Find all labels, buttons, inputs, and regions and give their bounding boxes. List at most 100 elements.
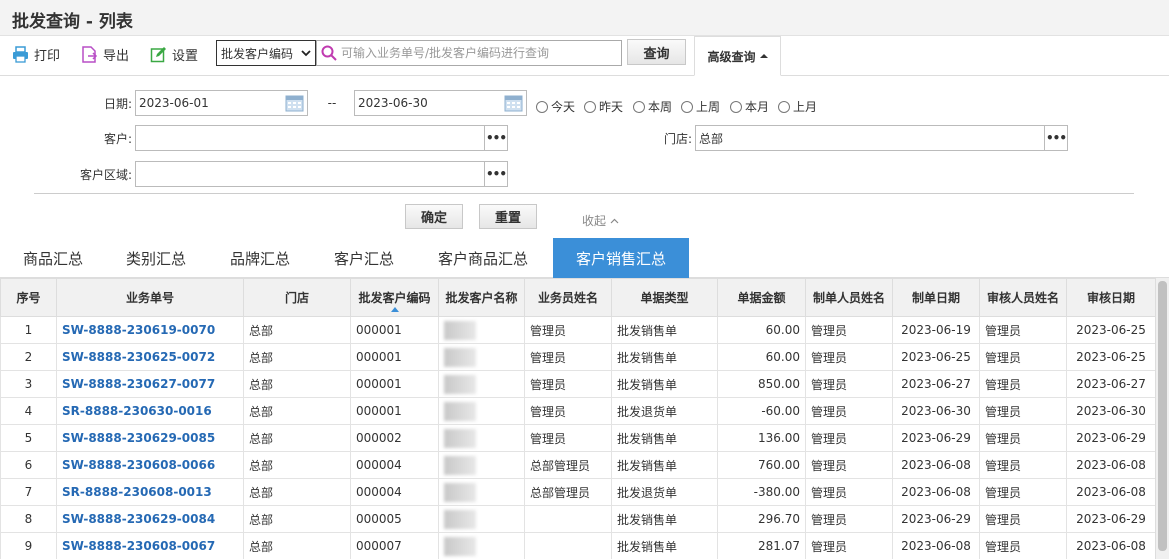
export-button[interactable]: 导出 <box>81 44 129 64</box>
settings-button[interactable]: 设置 <box>150 44 198 64</box>
col-header-audit-date[interactable]: 审核日期 <box>1066 278 1156 317</box>
table-row[interactable]: 3 SW-8888-230627-0077 总部 000001 管理员 批发销售单 850.… <box>0 370 1156 398</box>
order-number-link[interactable]: SW-8888-230608-0066 <box>56 451 244 479</box>
order-number-link[interactable]: SW-8888-230625-0072 <box>56 343 244 371</box>
collapse-label: 收起 <box>582 214 607 228</box>
customer-code-cell: 000001 <box>350 370 439 398</box>
vertical-scrollbar[interactable] <box>1155 278 1169 559</box>
col-header-order-no[interactable]: 业务单号 <box>56 278 244 317</box>
auditor-cell: 管理员 <box>979 316 1067 344</box>
col-header-no[interactable]: 序号 <box>0 278 57 317</box>
table-row[interactable]: 6 SW-8888-230608-0066 总部 000004 总部管理员 批发销售单 76… <box>0 451 1156 479</box>
query-button[interactable]: 查询 <box>627 39 686 65</box>
radio-this-week[interactable]: 本周 <box>633 98 672 115</box>
amount-cell: 850.00 <box>717 370 806 398</box>
region-field[interactable]: ••• <box>135 161 508 187</box>
order-number-link[interactable]: SW-8888-230608-0067 <box>56 532 244 559</box>
customer-picker-button[interactable]: ••• <box>484 126 507 150</box>
col-header-store[interactable]: 门店 <box>243 278 351 317</box>
advanced-query-toggle[interactable]: 高级查询 <box>694 36 781 76</box>
customer-field[interactable]: ••• <box>135 125 508 151</box>
col-header-amount[interactable]: 单据金额 <box>717 278 806 317</box>
auditor-cell: 管理员 <box>979 505 1067 533</box>
make-date-cell: 2023-06-29 <box>892 505 980 533</box>
collapse-toggle[interactable]: 收起 <box>582 212 619 229</box>
customer-name-cell <box>438 505 525 533</box>
table-row[interactable]: 7 SR-8888-230608-0013 总部 000004 总部管理员 批发退货单 -3… <box>0 478 1156 506</box>
auditor-cell: 管理员 <box>979 451 1067 479</box>
store-value: 总部 <box>699 131 724 146</box>
scrollbar-thumb[interactable] <box>1158 281 1167 551</box>
summary-tabs: 商品汇总 类别汇总 品牌汇总 客户汇总 客户商品汇总 客户销售汇总 <box>0 238 1169 278</box>
page-title: 批发查询 - 列表 <box>12 12 133 32</box>
date-from-value: 2023-06-01 <box>139 96 209 110</box>
reset-button[interactable]: 重置 <box>479 204 537 229</box>
search-field-value: 批发客户编码 <box>221 46 294 61</box>
customer-code-cell: 000001 <box>350 343 439 371</box>
col-header-customer-name[interactable]: 批发客户名称 <box>438 278 525 317</box>
tab-category-summary[interactable]: 类别汇总 <box>106 238 206 278</box>
col-header-auditor[interactable]: 审核人员姓名 <box>979 278 1067 317</box>
row-number: 1 <box>0 316 57 344</box>
salesperson-cell: 总部管理员 <box>524 478 612 506</box>
radio-today[interactable]: 今天 <box>536 98 575 115</box>
store-cell: 总部 <box>243 532 351 559</box>
amount-cell: -60.00 <box>717 397 806 425</box>
make-date-cell: 2023-06-30 <box>892 397 980 425</box>
tab-brand-summary[interactable]: 品牌汇总 <box>206 238 314 278</box>
table-row[interactable]: 8 SW-8888-230629-0084 总部 000005 批发销售单 296.70 管… <box>0 505 1156 533</box>
store-picker-button[interactable]: ••• <box>1044 126 1067 150</box>
tab-product-summary[interactable]: 商品汇总 <box>0 238 106 278</box>
store-cell: 总部 <box>243 343 351 371</box>
store-cell: 总部 <box>243 316 351 344</box>
order-number-link[interactable]: SW-8888-230619-0070 <box>56 316 244 344</box>
table-row[interactable]: 4 SR-8888-230630-0016 总部 000001 管理员 批发退货单 -60.… <box>0 397 1156 425</box>
tab-customer-sales-summary[interactable]: 客户销售汇总 <box>553 238 689 278</box>
store-field[interactable]: 总部 ••• <box>695 125 1068 151</box>
col-header-doc-type[interactable]: 单据类型 <box>611 278 718 317</box>
customer-name-cell <box>438 532 525 559</box>
region-label: 客户区域: <box>79 168 132 182</box>
make-date-cell: 2023-06-08 <box>892 532 980 559</box>
order-number-link[interactable]: SR-8888-230630-0016 <box>56 397 244 425</box>
table-row[interactable]: 1 SW-8888-230619-0070 总部 000001 管理员 批发销售单 60.0… <box>0 316 1156 344</box>
tab-customer-product-summary[interactable]: 客户商品汇总 <box>414 238 552 278</box>
table-row[interactable]: 5 SW-8888-230629-0085 总部 000002 管理员 批发销售单 136.… <box>0 424 1156 452</box>
doc-type-cell: 批发销售单 <box>611 316 718 344</box>
table-row[interactable]: 2 SW-8888-230625-0072 总部 000001 管理员 批发销售单 60.0… <box>0 343 1156 371</box>
search-input[interactable] <box>341 46 611 60</box>
order-number-link[interactable]: SW-8888-230629-0085 <box>56 424 244 452</box>
region-picker-button[interactable]: ••• <box>484 162 507 186</box>
order-number-link[interactable]: SW-8888-230629-0084 <box>56 505 244 533</box>
radio-yesterday[interactable]: 昨天 <box>584 98 623 115</box>
doc-type-cell: 批发退货单 <box>611 397 718 425</box>
order-number-link[interactable]: SR-8888-230608-0013 <box>56 478 244 506</box>
radio-last-week[interactable]: 上周 <box>681 98 720 115</box>
header-row: 序号 业务单号 门店 批发客户编码 批发客户名称 业务员姓名 单据类型 单据金额… <box>0 278 1156 317</box>
tab-customer-summary[interactable]: 客户汇总 <box>314 238 414 278</box>
maker-cell: 管理员 <box>805 397 893 425</box>
calendar-icon[interactable] <box>504 94 523 112</box>
order-number-link[interactable]: SW-8888-230627-0077 <box>56 370 244 398</box>
redacted-customer-name <box>444 455 476 475</box>
calendar-icon[interactable] <box>285 94 304 112</box>
date-from-field[interactable]: 2023-06-01 <box>135 90 308 116</box>
radio-last-month[interactable]: 上月 <box>778 98 817 115</box>
row-number: 8 <box>0 505 57 533</box>
print-button[interactable]: 打印 <box>12 44 60 64</box>
table-row[interactable]: 9 SW-8888-230608-0067 总部 000007 批发销售单 281.07 管… <box>0 532 1156 559</box>
amount-cell: 760.00 <box>717 451 806 479</box>
date-to-field[interactable]: 2023-06-30 <box>354 90 527 116</box>
confirm-button[interactable]: 确定 <box>405 204 463 229</box>
col-header-maker[interactable]: 制单人员姓名 <box>805 278 893 317</box>
col-header-make-date[interactable]: 制单日期 <box>892 278 980 317</box>
col-header-customer-code[interactable]: 批发客户编码 <box>350 278 439 317</box>
search-field-select[interactable]: 批发客户编码 <box>216 40 316 66</box>
radio-label: 本月 <box>745 100 770 114</box>
doc-type-cell: 批发销售单 <box>611 424 718 452</box>
radio-label: 今天 <box>551 100 576 114</box>
radio-this-month[interactable]: 本月 <box>730 98 769 115</box>
advanced-filter-panel: 日期: 2023-06-01 -- 2023-06-30 今天 昨天 本周 上周… <box>0 76 1169 238</box>
doc-type-cell: 批发销售单 <box>611 451 718 479</box>
col-header-salesperson[interactable]: 业务员姓名 <box>524 278 612 317</box>
